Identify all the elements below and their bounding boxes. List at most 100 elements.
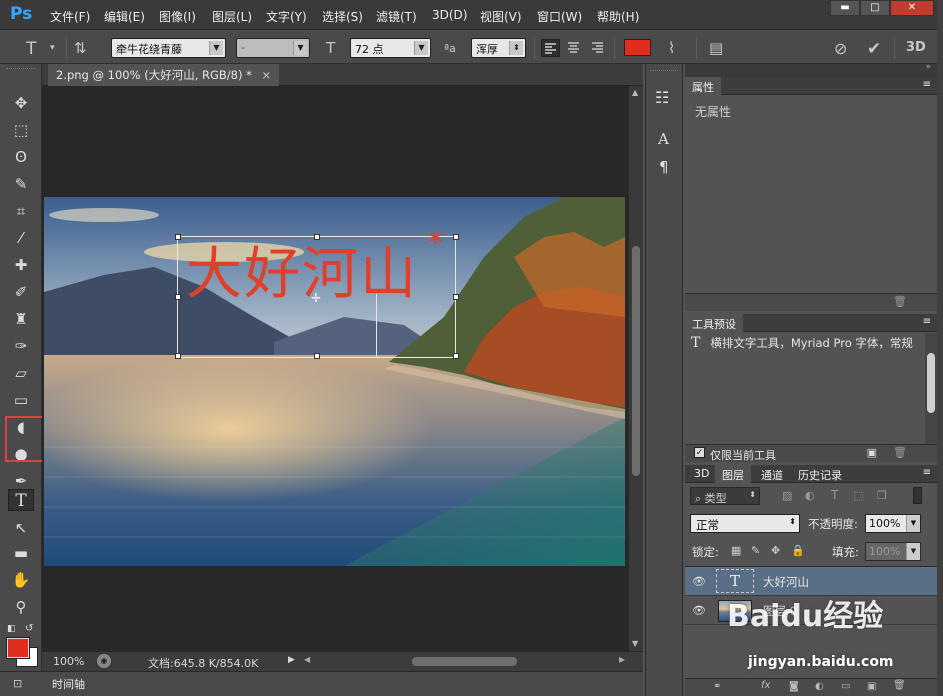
lock-image-icon[interactable]: ✎ — [751, 544, 760, 557]
move-tool-icon[interactable]: ✥ — [8, 92, 34, 114]
rectangle-tool-icon[interactable]: ▬ — [8, 542, 34, 564]
tab-3d[interactable]: 3D — [687, 465, 716, 483]
current-tool-checkbox[interactable]: ✓ — [694, 447, 705, 458]
panel-menu-icon[interactable]: ≡ — [923, 79, 931, 90]
filter-adjustment-icon[interactable]: ◐ — [805, 489, 815, 502]
link-layers-icon[interactable]: ⚭ — [713, 681, 721, 692]
status-arrow-icon[interactable]: ▶ — [288, 655, 295, 665]
menu-window[interactable]: 窗口(W) — [537, 8, 582, 25]
scroll-left-icon[interactable]: ◀ — [304, 655, 310, 664]
new-layer-icon[interactable]: ▣ — [867, 681, 876, 692]
align-center-button[interactable] — [565, 39, 584, 57]
scroll-right-icon[interactable]: ▶ — [619, 655, 625, 664]
marquee-tool-icon[interactable]: ⬚ — [8, 119, 34, 141]
eraser-tool-icon[interactable]: ▱ — [8, 362, 34, 384]
close-window-button[interactable]: ✕ — [890, 0, 934, 16]
default-colors-icon[interactable]: ◧ — [7, 624, 16, 634]
text-tool-preset-icon[interactable]: T — [26, 39, 36, 59]
filter-type-icon[interactable]: T — [831, 488, 838, 502]
properties-tab[interactable]: 属性 — [685, 77, 721, 95]
trash-icon[interactable]: 🗑 — [893, 680, 906, 691]
transform-handle[interactable] — [453, 294, 459, 300]
layer-style-icon[interactable]: fx — [761, 680, 770, 691]
menu-filter[interactable]: 滤镜(T) — [376, 8, 417, 25]
history-brush-tool-icon[interactable]: ✑ — [8, 335, 34, 357]
vertical-scroll-thumb[interactable] — [632, 246, 640, 476]
filter-smart-object-icon[interactable]: ❐ — [877, 489, 887, 502]
menu-select[interactable]: 选择(S) — [322, 8, 363, 25]
transform-handle[interactable] — [175, 234, 181, 240]
menu-view[interactable]: 视图(V) — [480, 8, 522, 25]
brush-tool-icon[interactable]: ✐ — [8, 281, 34, 303]
lock-all-icon[interactable]: 🔒 — [791, 544, 805, 557]
scroll-down-icon[interactable]: ▼ — [632, 639, 638, 648]
tab-history[interactable]: 历史记录 — [791, 465, 849, 483]
gradient-tool-icon[interactable]: ▭ — [8, 389, 34, 411]
status-menu-icon[interactable]: ◉ — [97, 654, 111, 668]
lock-position-icon[interactable]: ✥ — [771, 544, 780, 557]
properties-panel-icon[interactable]: ☷ — [655, 88, 669, 107]
blend-mode-select[interactable]: 正常 ⬍ — [690, 514, 800, 533]
path-selection-tool-icon[interactable]: ↖ — [8, 517, 34, 539]
tab-layers[interactable]: 图层 — [715, 465, 751, 483]
transform-handle[interactable] — [175, 294, 181, 300]
transform-handle[interactable] — [314, 234, 320, 240]
foreground-color-swatch[interactable] — [6, 637, 30, 659]
new-group-icon[interactable]: ▭ — [841, 681, 850, 692]
healing-brush-tool-icon[interactable]: ✚ — [8, 254, 34, 276]
menu-edit[interactable]: 编辑(E) — [104, 8, 145, 25]
transform-handle[interactable] — [314, 353, 320, 359]
menu-3d[interactable]: 3D(D) — [432, 8, 467, 22]
new-preset-icon[interactable]: ▣ — [867, 446, 877, 459]
paragraph-panel-icon[interactable]: ¶ — [659, 158, 669, 176]
swap-colors-icon[interactable]: ↺ — [25, 623, 33, 634]
zoom-level[interactable]: 100% — [53, 655, 84, 668]
scroll-up-icon[interactable]: ▲ — [632, 88, 638, 97]
tab-channels[interactable]: 通道 — [754, 465, 790, 483]
3d-button[interactable]: 3D — [906, 40, 926, 55]
trash-icon[interactable]: 🗑 — [893, 446, 907, 459]
menu-image[interactable]: 图像(I) — [159, 8, 196, 25]
panel-menu-icon[interactable]: ≡ — [923, 467, 931, 478]
preset-dropdown-icon[interactable]: ▾ — [50, 43, 55, 53]
horizontal-scroll-thumb[interactable] — [412, 657, 517, 666]
cancel-icon[interactable]: ⊘ — [834, 39, 847, 58]
font-style-select[interactable]: - ▼ — [236, 38, 310, 58]
fill-input[interactable]: 100% ▼ — [865, 542, 921, 561]
type-tool-icon[interactable]: T — [8, 489, 34, 511]
text-color-swatch[interactable] — [624, 39, 651, 56]
warp-text-icon[interactable]: ⌇ — [668, 39, 675, 57]
minimize-button[interactable]: ▬ — [830, 0, 860, 16]
vertical-scrollbar[interactable]: ▲ ▼ — [629, 86, 643, 651]
menu-type[interactable]: 文字(Y) — [266, 8, 307, 25]
zoom-tool-icon[interactable]: ⚲ — [8, 596, 34, 618]
lock-transparent-icon[interactable]: ▦ — [731, 544, 741, 557]
clone-stamp-tool-icon[interactable]: ♜ — [8, 308, 34, 330]
text-layer-content[interactable]: 大好河山 — [186, 245, 418, 305]
toolbox-grip[interactable] — [6, 68, 36, 73]
document-tab[interactable]: 2.png @ 100% (大好河山, RGB/8) * × — [48, 64, 280, 86]
transform-handle[interactable] — [175, 353, 181, 359]
visibility-eye-icon[interactable]: 👁 — [692, 604, 708, 617]
font-family-select[interactable]: 牵牛花绕青藤 ▼ — [111, 38, 226, 58]
text-bounding-box[interactable]: ✛ 大好河山 * — [175, 229, 459, 359]
presets-scroll-thumb[interactable] — [927, 353, 935, 413]
opacity-input[interactable]: 100% ▼ — [865, 514, 921, 533]
crop-tool-icon[interactable]: ⌗ — [8, 200, 34, 222]
align-right-button[interactable] — [589, 39, 608, 57]
align-left-button[interactable] — [541, 39, 560, 57]
commit-check-icon[interactable]: ✔ — [867, 39, 881, 59]
menu-layer[interactable]: 图层(L) — [212, 8, 252, 25]
menu-help[interactable]: 帮助(H) — [597, 8, 639, 25]
adjustment-layer-icon[interactable]: ◐ — [815, 681, 824, 692]
close-tab-icon[interactable]: × — [262, 68, 272, 82]
lasso-tool-icon[interactable]: ʘ — [8, 146, 34, 168]
text-orientation-icon[interactable]: ⇅ — [74, 39, 87, 57]
transform-handle[interactable] — [453, 353, 459, 359]
eyedropper-tool-icon[interactable]: ⁄ — [8, 227, 34, 249]
hand-tool-icon[interactable]: ✋ — [8, 569, 34, 591]
filter-shape-icon[interactable]: ⬚ — [853, 489, 863, 502]
font-size-select[interactable]: 72 点 ▼ — [350, 38, 431, 58]
menu-file[interactable]: 文件(F) — [50, 8, 90, 25]
timeline-tab[interactable]: 时间轴 — [52, 676, 85, 692]
